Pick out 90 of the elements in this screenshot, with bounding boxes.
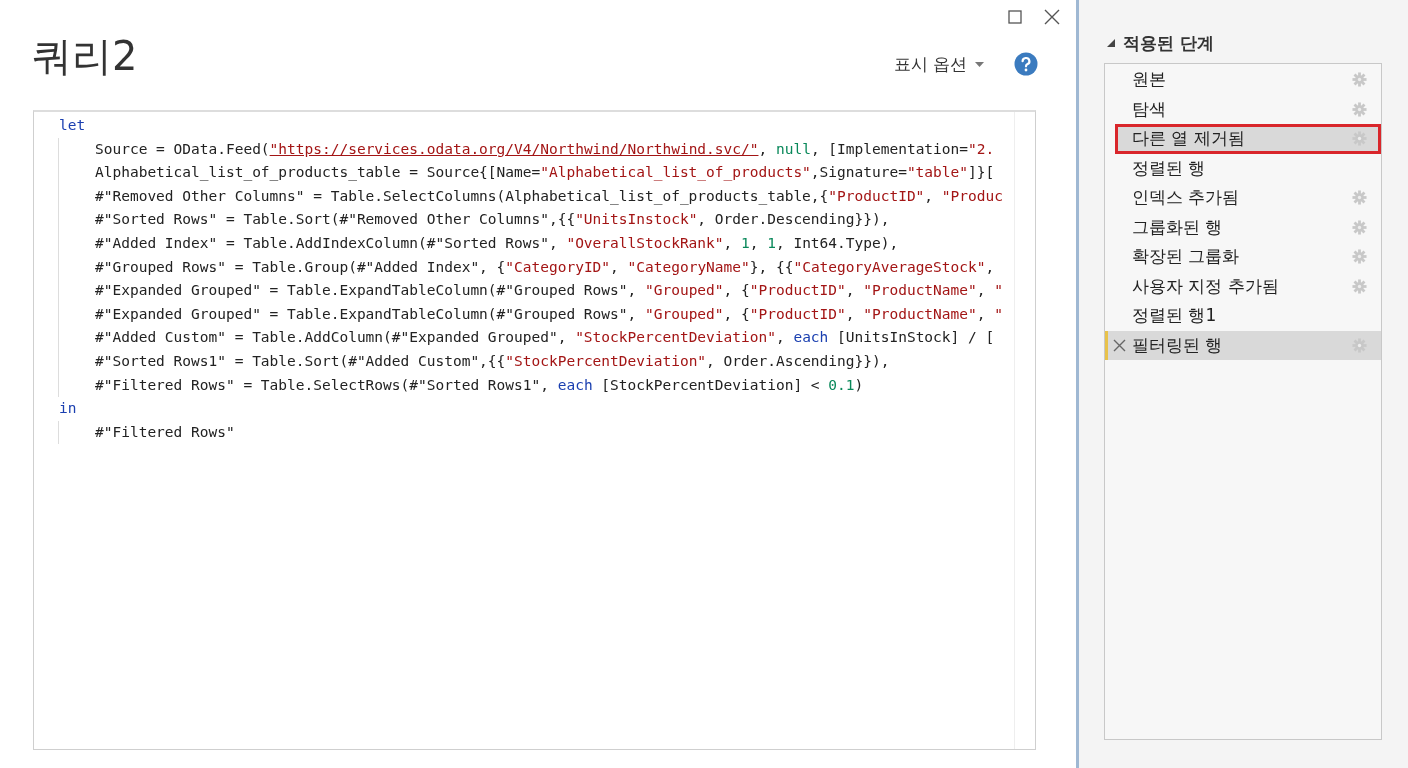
code-text: ) — [854, 376, 864, 393]
gear-icon[interactable] — [1352, 131, 1367, 147]
display-options-dropdown[interactable]: 표시 옵션 — [893, 52, 984, 76]
code-text: , { — [723, 282, 750, 299]
string-literal: "UnitsInstock" — [575, 211, 698, 228]
help-icon[interactable] — [1014, 52, 1038, 76]
gear-icon[interactable] — [1352, 337, 1367, 353]
step-item[interactable]: 그룹화된 행 — [1105, 212, 1381, 242]
code-text: , — [845, 282, 856, 299]
code-text: #"Added Custom" = Table.AddColumn(#"Expanded Grouped", — [95, 329, 568, 346]
query-title: 쿼리2 — [32, 31, 138, 81]
delete-icon[interactable] — [1112, 338, 1126, 352]
code-text: #"Added Index" = Table.AddIndexColumn(#"Sorted Rows", — [95, 234, 559, 251]
string-literal: "Grouped" — [645, 305, 724, 322]
keyword: each — [557, 376, 593, 393]
gear-icon[interactable] — [1352, 72, 1367, 88]
number-literal: 1 — [767, 234, 776, 251]
code-text: , — [976, 305, 987, 322]
keyword: in — [59, 400, 77, 417]
string-literal: "Grouped" — [645, 282, 724, 299]
code-text: #"Expanded Grouped" = Table.ExpandTableColumn(#"Grouped Rows", — [95, 305, 638, 322]
url-link: "https://services.odata.org/V4/Northwind/Northwind.svc/" — [269, 140, 759, 157]
caret-icon — [975, 61, 984, 67]
gear-icon[interactable] — [1352, 101, 1367, 117]
code-text: #"Filtered Rows" = Table.SelectRows(#"Sorted Rows1", — [95, 376, 550, 393]
code-text: , — [845, 305, 856, 322]
string-literal: "ProductID" — [749, 282, 846, 299]
code-text: #"Sorted Rows" = Table.Sort(#"Removed Other Columns",{{ — [95, 211, 576, 228]
collapse-triangle-icon[interactable] — [1107, 39, 1115, 47]
gear-icon[interactable] — [1352, 190, 1367, 206]
string-literal: "ProductName" — [863, 305, 977, 322]
code-text: Alphabetical_list_of_products_table = Source{[Name= — [95, 164, 541, 181]
number-literal: null — [775, 140, 811, 157]
step-item[interactable]: 인덱스 추가됨 — [1105, 183, 1381, 213]
step-item[interactable]: 정렬된 행 — [1105, 153, 1381, 183]
code-text: ,Signature= — [810, 164, 907, 181]
code-text: }, {{ — [749, 258, 794, 275]
code-text: , [Implementation= — [810, 140, 968, 157]
code-text: , — [985, 258, 995, 275]
string-literal: "OverallStockRank" — [566, 234, 724, 251]
step-item[interactable]: 정렬된 행1 — [1105, 301, 1381, 331]
gear-icon[interactable] — [1352, 278, 1367, 294]
code-text: , — [749, 234, 760, 251]
code-text: [UnitsInStock] / [ — [836, 329, 995, 346]
step-item[interactable]: 사용자 지정 추가됨 — [1105, 271, 1381, 301]
step-item[interactable]: 필터링된 행 — [1105, 330, 1381, 360]
keyword: each — [793, 329, 829, 346]
string-literal: "ProductName" — [863, 282, 977, 299]
code-text: , Order.Ascending}}), — [706, 352, 890, 369]
string-literal: "2. — [968, 140, 995, 157]
code-text: #"Grouped Rows" = Table.Group(#"Added Index", { — [95, 258, 506, 275]
code-text: , — [775, 329, 786, 346]
code-text: ]}[ — [968, 164, 995, 181]
keyword: let — [59, 117, 86, 133]
string-literal: " — [994, 305, 1003, 322]
string-literal: "ProductID" — [828, 187, 925, 204]
code-text: , { — [723, 305, 750, 322]
step-item[interactable]: 확장된 그룹화 — [1105, 242, 1381, 272]
gear-icon[interactable] — [1352, 249, 1367, 265]
string-literal: "ProductID" — [749, 305, 846, 322]
code-text: [StockPercentDeviation] < — [600, 376, 821, 393]
code-text: , Order.Descending}}), — [697, 211, 890, 228]
code-text: , — [976, 282, 987, 299]
code-text: #"Sorted Rows1" = Table.Sort(#"Added Custom",{{ — [95, 352, 506, 369]
code-text: , — [758, 140, 769, 157]
code-text: , — [924, 187, 935, 204]
string-literal: "table" — [906, 164, 968, 181]
string-literal: " — [994, 282, 1003, 299]
code-editor[interactable] — [33, 110, 1036, 750]
code-text: , — [723, 234, 734, 251]
step-item[interactable]: 원본 — [1105, 65, 1381, 95]
string-literal: "CategoryID" — [505, 258, 611, 275]
code-text: , Int64.Type), — [775, 234, 899, 251]
gear-icon[interactable] — [1352, 219, 1367, 235]
string-literal: "CategoryName" — [627, 258, 750, 275]
step-item[interactable]: 다른 열 제거됨 — [1115, 124, 1381, 154]
panel-heading: 적용된 단계 — [1123, 31, 1214, 55]
code-text: , — [610, 258, 620, 275]
string-literal: "Produc — [941, 187, 1003, 204]
string-literal: "StockPercentDeviation" — [505, 352, 707, 369]
step-item[interactable]: 탐색 — [1105, 94, 1381, 124]
number-literal: 1 — [741, 234, 750, 251]
string-literal: "Alphabetical_list_of_products" — [540, 164, 811, 181]
code-text: #"Filtered Rows" — [95, 423, 235, 440]
number-literal: 0.1 — [828, 376, 855, 393]
string-literal: "CategoryAverageStock" — [793, 258, 986, 275]
code-text: Source = OData.Feed( — [95, 140, 270, 157]
string-literal: "StockPercentDeviation" — [575, 329, 776, 346]
code-text: #"Expanded Grouped" = Table.ExpandTableColumn(#"Grouped Rows", — [95, 282, 638, 299]
code-text: #"Removed Other Columns" = Table.SelectColumns(Alphabetical_list_of_products_table,{ — [95, 187, 829, 204]
